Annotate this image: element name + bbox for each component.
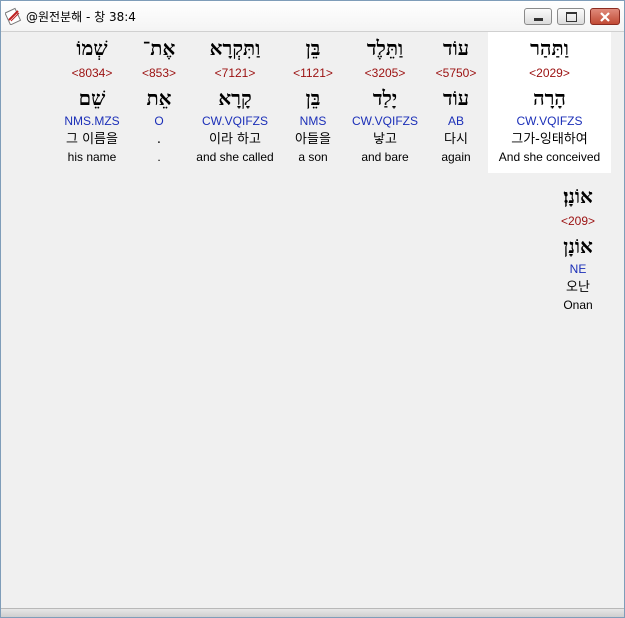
word-column[interactable]: וַתֵּלֶד <3205> יָלַד CW.VQIFZS 낳고 and b… — [345, 32, 425, 173]
english-gloss: and bare — [361, 150, 409, 164]
korean-gloss: 아들을 — [295, 132, 331, 147]
app-icon — [5, 7, 22, 25]
interlinear-panel: וַתַּהַר <2029> הָרָה CW.VQIFZS 그가-잉태하여 … — [5, 32, 620, 610]
lemma-word: בֵּן — [305, 86, 321, 110]
hebrew-word: בֵּן — [305, 36, 321, 60]
status-bar — [1, 608, 624, 617]
app-window: @원전분해 - 창 38:4 וַתַּהַר <2029> הָרָה CW.… — [0, 0, 625, 618]
close-icon — [600, 12, 610, 22]
hebrew-word: אֶת־ — [142, 36, 176, 60]
english-gloss: a son — [298, 150, 328, 164]
lemma-word: הָרָה — [533, 86, 566, 110]
strong-number[interactable]: <8034> — [55, 66, 129, 80]
english-gloss: again — [441, 150, 471, 164]
lemma-word: קָרָא — [218, 86, 252, 110]
hebrew-word: שְׁמוֹ — [76, 36, 108, 60]
strong-number[interactable]: <3205> — [345, 66, 425, 80]
morphology-code: NMS.MZS — [64, 114, 120, 128]
strong-number[interactable]: <853> — [137, 66, 181, 80]
korean-gloss: . — [156, 132, 162, 147]
morphology-code: O — [154, 114, 164, 128]
english-gloss: . — [157, 150, 161, 164]
hebrew-word: וַתֵּלֶד — [366, 36, 404, 60]
korean-gloss: 다시 — [444, 132, 468, 147]
korean-gloss: 낳고 — [373, 132, 397, 147]
word-column[interactable]: עוֹד <5750> עוֹד AB 다시 again — [427, 32, 485, 173]
hebrew-word: אוֹנָן׃ — [563, 184, 593, 208]
korean-gloss: 그 이름을 — [66, 132, 118, 147]
hebrew-word: עוֹד — [442, 36, 470, 60]
lemma-word: אוֹנָן — [563, 234, 593, 258]
title-bar[interactable]: @원전분해 - 창 38:4 — [1, 1, 624, 32]
morphology-code: CW.VQIFZS — [516, 114, 583, 128]
korean-gloss: 이라 하고 — [209, 132, 261, 147]
korean-gloss: 그가-잉태하여 — [511, 132, 588, 147]
word-column[interactable]: וַתַּהַר <2029> הָרָה CW.VQIFZS 그가-잉태하여 … — [488, 32, 611, 173]
morphology-code: CW.VQIFZS — [202, 114, 268, 128]
lemma-word: שֵׁם — [78, 86, 106, 110]
maximize-button[interactable] — [557, 8, 585, 25]
maximize-icon — [566, 12, 577, 22]
window-title: @원전분해 - 창 38:4 — [26, 10, 136, 24]
minimize-button[interactable] — [524, 8, 552, 25]
morphology-code: NMS — [299, 114, 327, 128]
word-column[interactable]: בֵּן <1121> בֵּן NMS 아들을 a son — [285, 32, 341, 173]
lemma-word: אֵת — [146, 86, 172, 110]
english-gloss: And she conceived — [498, 150, 601, 164]
morphology-code: AB — [447, 114, 464, 128]
strong-number[interactable]: <1121> — [285, 66, 341, 80]
strong-number[interactable]: <209> — [549, 214, 607, 228]
lemma-word: יָלַד — [372, 86, 398, 110]
word-column[interactable]: אֶת־ <853> אֵת O . . — [137, 32, 181, 173]
morphology-code: NE — [569, 262, 587, 276]
word-column[interactable]: וַתִּקְרָא <7121> קָרָא CW.VQIFZS 이라 하고 … — [191, 32, 279, 173]
korean-gloss: 오난 — [566, 280, 590, 295]
strong-number[interactable]: <7121> — [191, 66, 279, 80]
word-column[interactable]: אוֹנָן׃ <209> אוֹנָן NE 오난 Onan — [549, 180, 607, 321]
hebrew-word: וַתַּהַר — [530, 36, 569, 60]
minimize-icon — [534, 18, 543, 21]
word-column[interactable]: שְׁמוֹ <8034> שֵׁם NMS.MZS 그 이름을 his nam… — [55, 32, 129, 173]
english-gloss: and she called — [196, 150, 274, 164]
close-button[interactable] — [590, 8, 620, 25]
hebrew-word: וַתִּקְרָא — [209, 36, 261, 60]
lemma-word: עוֹד — [442, 86, 470, 110]
morphology-code: CW.VQIFZS — [352, 114, 418, 128]
strong-number[interactable]: <5750> — [427, 66, 485, 80]
english-gloss: his name — [67, 150, 117, 164]
english-gloss: Onan — [563, 298, 593, 312]
strong-number[interactable]: <2029> — [488, 66, 611, 80]
